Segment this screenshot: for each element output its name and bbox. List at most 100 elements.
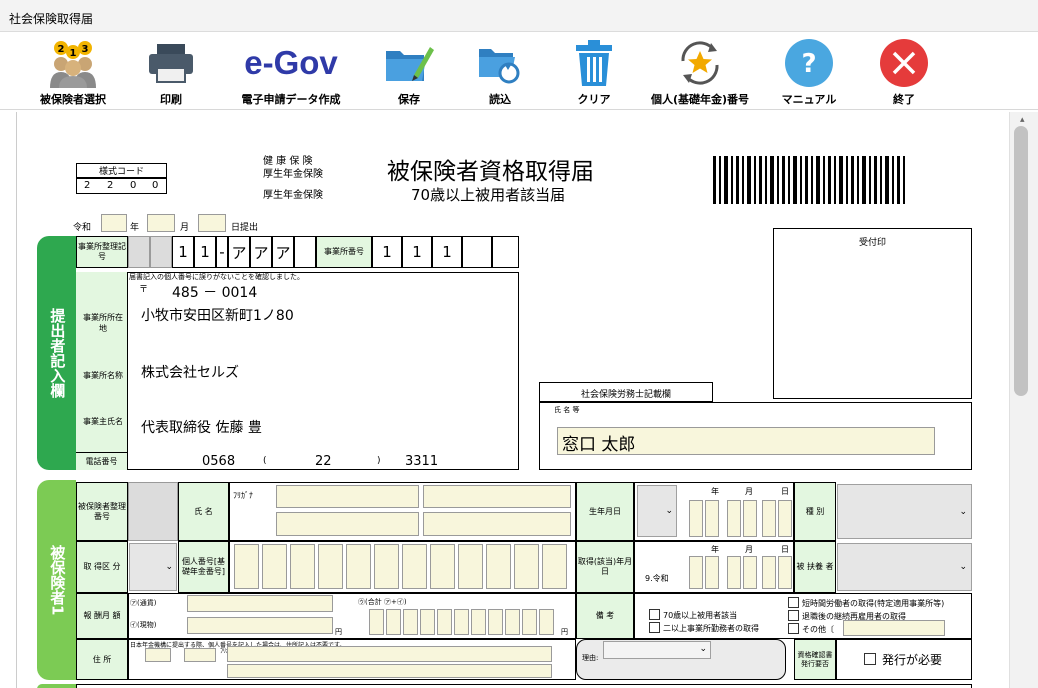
acq-year-ones-input[interactable] — [705, 556, 719, 589]
acquisition-kubun-select[interactable]: ⌄ — [129, 543, 177, 591]
type-select[interactable]: ⌄ — [837, 484, 972, 539]
first-name-input[interactable] — [423, 512, 571, 536]
pay-total-digit[interactable] — [488, 609, 503, 635]
office-code-cell[interactable]: ア — [228, 236, 250, 268]
kojin-digit-input[interactable] — [486, 544, 511, 589]
seiri-number-input[interactable] — [128, 482, 178, 541]
office-code-cell[interactable]: ア — [250, 236, 272, 268]
kojin-digit-input[interactable] — [430, 544, 455, 589]
office-name-value[interactable]: 株式会社セルズ — [141, 362, 239, 382]
pay-total-digit[interactable] — [505, 609, 520, 635]
birth-month-ones-input[interactable] — [743, 500, 757, 537]
short-time-checkbox[interactable] — [788, 597, 799, 608]
kojin-digit-input[interactable] — [346, 544, 371, 589]
acq-month-ones-input[interactable] — [743, 556, 757, 589]
office-code-cell[interactable]: ア — [272, 236, 294, 268]
acq-year-label: 年 — [711, 545, 719, 554]
print-button[interactable]: 印刷 — [136, 37, 206, 109]
certificate-checkbox[interactable] — [864, 653, 876, 665]
pay-total-digit[interactable] — [454, 609, 469, 635]
office-no-cell[interactable]: 1 — [372, 236, 402, 268]
save-button[interactable]: 保存 — [378, 37, 440, 109]
sharoshi-name-input[interactable]: 窓口 太郎 — [557, 427, 935, 455]
senior-worker-label: 70歳以上被用者該当 — [663, 611, 738, 620]
select-insured-button[interactable]: 213 被保険者選択 — [30, 37, 116, 109]
owner-name-value[interactable]: 代表取締役 佐藤 豊 — [141, 417, 262, 437]
scrollbar-thumb[interactable] — [1014, 126, 1028, 396]
submit-day-input[interactable] — [198, 214, 226, 232]
insured-postal-first-input[interactable] — [145, 648, 171, 662]
birth-day-ones-input[interactable] — [778, 500, 792, 537]
insured-address-kana-input[interactable] — [227, 646, 552, 662]
pay-total-digit[interactable] — [539, 609, 554, 635]
acq-day-ones-input[interactable] — [778, 556, 792, 589]
pay-currency-input[interactable] — [187, 595, 333, 612]
office-code-cell[interactable] — [150, 236, 172, 268]
pay-total-digit[interactable] — [369, 609, 384, 635]
last-name-input[interactable] — [276, 512, 419, 536]
exit-button[interactable]: 終了 — [870, 37, 938, 109]
phone-exchange-value[interactable]: 22 — [315, 454, 332, 469]
pay-goods-input[interactable] — [187, 617, 333, 634]
birth-year-tens-input[interactable] — [689, 500, 703, 537]
kojin-digit-input[interactable] — [514, 544, 539, 589]
kojin-digit-input[interactable] — [374, 544, 399, 589]
submit-month-input[interactable] — [147, 214, 175, 232]
vertical-scrollbar[interactable]: ▴ — [1009, 112, 1038, 688]
furigana-last-input[interactable] — [276, 485, 419, 508]
office-no-cell[interactable]: 1 — [432, 236, 462, 268]
reason-select[interactable]: ⌄ — [603, 641, 711, 659]
scroll-up-icon[interactable]: ▴ — [1020, 115, 1025, 125]
furigana-first-input[interactable] — [423, 485, 571, 508]
multi-office-checkbox[interactable] — [649, 622, 660, 633]
office-no-cell[interactable] — [492, 236, 519, 268]
phone-number-value[interactable]: 3311 — [405, 454, 438, 469]
kojin-digit-input[interactable] — [262, 544, 287, 589]
egov-create-button[interactable]: e-Gov 電子申請データ作成 — [230, 37, 352, 109]
kojin-digit-input[interactable] — [290, 544, 315, 589]
office-no-cell[interactable]: 1 — [402, 236, 432, 268]
postal-code-value[interactable]: 485 － 0014 — [172, 282, 257, 302]
pay-total-digit[interactable] — [437, 609, 452, 635]
remarks-label: 備 考 — [576, 593, 634, 639]
birthdate-label: 生年月日 — [576, 482, 634, 541]
window-title-bar: 社会保険取得届 — [0, 0, 1038, 32]
phone-area-value[interactable]: 0568 — [202, 454, 235, 469]
other-reason-input[interactable] — [843, 620, 945, 636]
pay-total-digit[interactable] — [386, 609, 401, 635]
rehire-checkbox[interactable] — [788, 610, 799, 621]
clear-button[interactable]: クリア — [564, 37, 624, 109]
birth-day-tens-input[interactable] — [762, 500, 776, 537]
kojin-digit-input[interactable] — [318, 544, 343, 589]
pay-total-digit[interactable] — [420, 609, 435, 635]
kojin-digit-input[interactable] — [402, 544, 427, 589]
pay-total-digit[interactable] — [471, 609, 486, 635]
insured-address-input[interactable] — [227, 664, 552, 678]
other-checkbox[interactable] — [788, 623, 799, 634]
insured-postal-second-input[interactable] — [184, 648, 216, 662]
acq-month-tens-input[interactable] — [727, 556, 741, 589]
office-code-cell[interactable] — [294, 236, 316, 268]
pay-total-digit[interactable] — [522, 609, 537, 635]
birth-month-label: 月 — [745, 487, 753, 496]
office-code-cell[interactable] — [128, 236, 150, 268]
senior-worker-checkbox[interactable] — [649, 609, 660, 620]
load-button[interactable]: 読込 — [470, 37, 530, 109]
birth-year-ones-input[interactable] — [705, 500, 719, 537]
office-code-cell[interactable]: 1 — [194, 236, 216, 268]
basic-pension-number-button[interactable]: 個人(基礎年金)番号 — [640, 37, 760, 109]
office-code-cell[interactable]: 1 — [172, 236, 194, 268]
office-no-cell[interactable] — [462, 236, 492, 268]
dependents-select[interactable]: ⌄ — [837, 543, 972, 591]
birth-month-tens-input[interactable] — [727, 500, 741, 537]
kojin-digit-input[interactable] — [234, 544, 259, 589]
manual-button[interactable]: ? マニュアル — [776, 37, 842, 109]
pay-total-digit[interactable] — [403, 609, 418, 635]
acq-day-tens-input[interactable] — [762, 556, 776, 589]
kojin-digit-input[interactable] — [542, 544, 567, 589]
birth-era-select[interactable]: ⌄ — [637, 485, 677, 537]
acq-year-tens-input[interactable] — [689, 556, 703, 589]
submit-era-year-input[interactable] — [101, 214, 127, 232]
kojin-digit-input[interactable] — [458, 544, 483, 589]
office-address-value[interactable]: 小牧市安田区新町1ノ80 — [141, 305, 294, 325]
